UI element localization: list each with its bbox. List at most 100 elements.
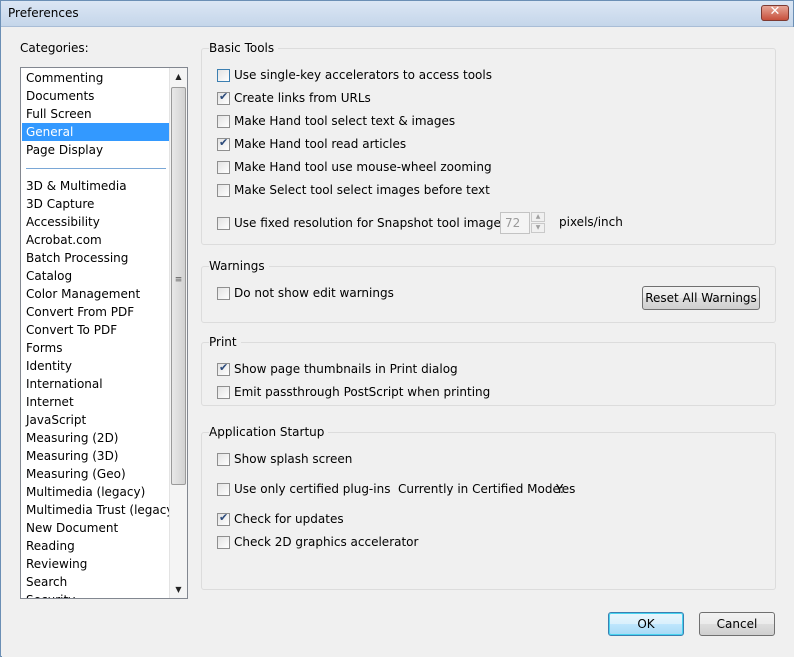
scroll-up-arrow-icon[interactable]: ▲: [170, 68, 187, 85]
splash-screen-checkbox[interactable]: [217, 452, 230, 466]
create-links-label: Create links from URLs: [234, 91, 371, 105]
hand-wheel-zoom-option[interactable]: Make Hand tool use mouse-wheel zooming: [217, 159, 492, 175]
check-2d-accelerator-checkbox[interactable]: [217, 535, 230, 549]
warnings-title: Warnings: [209, 259, 269, 273]
close-button[interactable]: ✕: [761, 4, 789, 21]
category-item[interactable]: Security: [22, 591, 170, 598]
category-item[interactable]: Documents: [22, 87, 170, 105]
category-item[interactable]: Color Management: [22, 285, 170, 303]
select-images-first-label: Make Select tool select images before te…: [234, 183, 490, 197]
single-key-accelerators-checkbox[interactable]: [217, 68, 230, 82]
category-item[interactable]: Convert To PDF: [22, 321, 170, 339]
certified-mode-value: Yes: [556, 482, 576, 496]
category-item[interactable]: 3D & Multimedia: [22, 177, 170, 195]
basic-tools-title: Basic Tools: [209, 41, 279, 55]
certified-mode-label: Currently in Certified Mode:: [398, 482, 564, 496]
category-item[interactable]: Measuring (3D): [22, 447, 170, 465]
certified-plugins-checkbox[interactable]: [217, 482, 230, 496]
category-item[interactable]: 3D Capture: [22, 195, 170, 213]
category-item[interactable]: Forms: [22, 339, 170, 357]
window-title: Preferences: [8, 6, 79, 20]
category-item[interactable]: Convert From PDF: [22, 303, 170, 321]
create-links-checkbox[interactable]: [217, 90, 230, 105]
spin-down-icon[interactable]: ▼: [531, 223, 545, 233]
category-item[interactable]: Identity: [22, 357, 170, 375]
fixed-resolution-label: Use fixed resolution for Snapshot tool i…: [234, 216, 512, 230]
check-2d-accelerator-label: Check 2D graphics accelerator: [234, 535, 419, 549]
category-item[interactable]: Search: [22, 573, 170, 591]
category-item[interactable]: Batch Processing: [22, 249, 170, 267]
show-thumbnails-label: Show page thumbnails in Print dialog: [234, 362, 458, 376]
print-title: Print: [209, 335, 241, 349]
single-key-accelerators-option[interactable]: Use single-key accelerators to access to…: [217, 67, 492, 83]
splash-screen-label: Show splash screen: [234, 452, 353, 466]
category-item[interactable]: New Document: [22, 519, 170, 537]
category-item[interactable]: JavaScript: [22, 411, 170, 429]
preferences-window: Preferences ✕ Categories: Commenting Docu…: [0, 0, 794, 657]
scroll-down-arrow-icon[interactable]: ▼: [170, 581, 187, 598]
category-item[interactable]: Reading: [22, 537, 170, 555]
category-item[interactable]: Catalog: [22, 267, 170, 285]
categories-scrollbar[interactable]: ▲ ≡ ▼: [169, 68, 187, 598]
select-images-first-checkbox[interactable]: [217, 183, 230, 197]
resolution-spinner[interactable]: 72 ▲ ▼: [500, 212, 546, 234]
category-item[interactable]: Full Screen: [22, 105, 170, 123]
fixed-resolution-option[interactable]: Use fixed resolution for Snapshot tool i…: [217, 215, 511, 231]
close-icon: ✕: [769, 4, 781, 19]
category-item[interactable]: Measuring (2D): [22, 429, 170, 447]
no-edit-warnings-label: Do not show edit warnings: [234, 286, 394, 300]
hand-select-text-label: Make Hand tool select text & images: [234, 114, 456, 128]
hand-read-articles-label: Make Hand tool read articles: [234, 137, 407, 151]
emit-passthrough-checkbox[interactable]: [217, 385, 230, 399]
check-updates-option[interactable]: Check for updates: [217, 511, 344, 527]
hand-select-text-checkbox[interactable]: [217, 114, 230, 128]
hand-select-text-option[interactable]: Make Hand tool select text & images: [217, 113, 455, 129]
title-bar[interactable]: Preferences ✕: [1, 1, 793, 27]
scroll-thumb[interactable]: ≡: [171, 87, 186, 485]
splash-screen-option[interactable]: Show splash screen: [217, 451, 352, 467]
category-separator: [22, 159, 170, 177]
reset-all-warnings-button[interactable]: Reset All Warnings: [642, 286, 760, 310]
hand-read-articles-checkbox[interactable]: [217, 136, 230, 151]
show-thumbnails-checkbox[interactable]: [217, 361, 230, 376]
category-item[interactable]: Commenting: [22, 69, 170, 87]
hand-wheel-zoom-label: Make Hand tool use mouse-wheel zooming: [234, 160, 492, 174]
startup-title: Application Startup: [209, 425, 329, 439]
category-item[interactable]: Acrobat.com: [22, 231, 170, 249]
grip-icon: ≡: [174, 275, 183, 285]
category-item[interactable]: Accessibility: [22, 213, 170, 231]
no-edit-warnings-option[interactable]: Do not show edit warnings: [217, 285, 394, 301]
category-item[interactable]: Reviewing: [22, 555, 170, 573]
create-links-option[interactable]: Create links from URLs: [217, 90, 371, 106]
emit-passthrough-option[interactable]: Emit passthrough PostScript when printin…: [217, 384, 490, 400]
cancel-button[interactable]: Cancel: [699, 612, 775, 636]
category-item[interactable]: International: [22, 375, 170, 393]
no-edit-warnings-checkbox[interactable]: [217, 286, 230, 300]
category-item[interactable]: Multimedia (legacy): [22, 483, 170, 501]
hand-wheel-zoom-checkbox[interactable]: [217, 160, 230, 174]
categories-list[interactable]: Commenting Documents Full Screen General Pag…: [20, 67, 188, 599]
check-updates-checkbox[interactable]: [217, 511, 230, 526]
category-item[interactable]: General: [22, 123, 170, 141]
category-item[interactable]: Page Display: [22, 141, 170, 159]
category-item[interactable]: Multimedia Trust (legacy): [22, 501, 170, 519]
spin-up-icon[interactable]: ▲: [531, 212, 545, 222]
single-key-accelerators-label: Use single-key accelerators to access to…: [234, 68, 492, 82]
categories-label: Categories:: [20, 41, 89, 55]
check-2d-accelerator-option[interactable]: Check 2D graphics accelerator: [217, 534, 418, 550]
show-thumbnails-option[interactable]: Show page thumbnails in Print dialog: [217, 361, 458, 377]
category-item[interactable]: Measuring (Geo): [22, 465, 170, 483]
select-images-first-option[interactable]: Make Select tool select images before te…: [217, 182, 490, 198]
resolution-input[interactable]: 72: [500, 212, 530, 234]
hand-read-articles-option[interactable]: Make Hand tool read articles: [217, 136, 406, 152]
categories-items: Commenting Documents Full Screen General Pag…: [22, 69, 170, 598]
certified-plugins-option[interactable]: Use only certified plug-ins: [217, 481, 390, 497]
resolution-unit: pixels/inch: [559, 215, 623, 229]
category-item[interactable]: Internet: [22, 393, 170, 411]
dialog-content: Categories: Commenting Documents Full Scre…: [2, 27, 794, 657]
certified-plugins-label: Use only certified plug-ins: [234, 482, 391, 496]
emit-passthrough-label: Emit passthrough PostScript when printin…: [234, 385, 491, 399]
check-updates-label: Check for updates: [234, 512, 344, 526]
ok-button[interactable]: OK: [608, 612, 684, 636]
fixed-resolution-checkbox[interactable]: [217, 216, 230, 230]
